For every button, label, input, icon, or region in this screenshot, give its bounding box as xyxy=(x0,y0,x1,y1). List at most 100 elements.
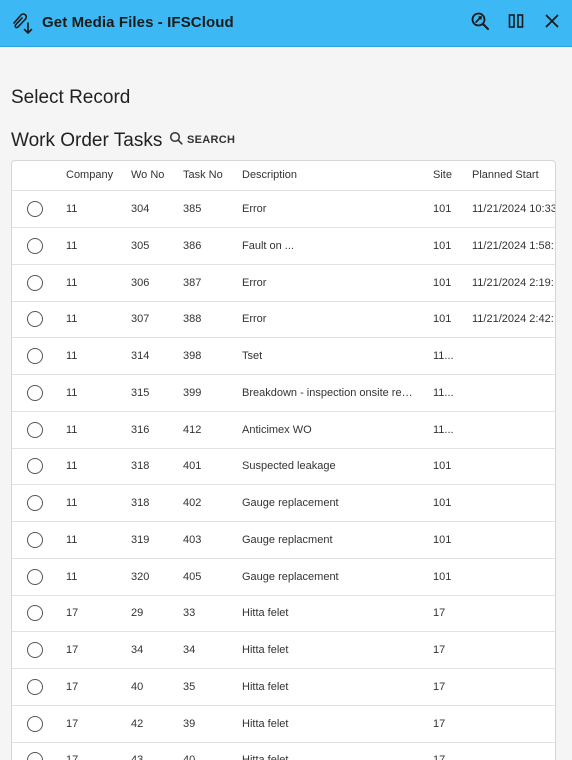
row-select-radio[interactable] xyxy=(27,715,43,732)
search-button[interactable]: SEARCH xyxy=(169,131,235,149)
cell-planned-start: 11/21/2024 10:33 xyxy=(472,203,556,215)
row-select-radio[interactable] xyxy=(27,421,43,438)
cell-description: Hitta felet xyxy=(242,644,289,656)
zoom-button[interactable] xyxy=(469,12,491,34)
row-select-radio[interactable] xyxy=(27,531,43,548)
cell-description: Anticimex WO xyxy=(242,423,312,436)
row-select-radio[interactable] xyxy=(27,752,43,760)
table-row[interactable]: 11 318 401 Suspected leakage 101 xyxy=(12,448,555,486)
cell-site: 101 xyxy=(433,313,452,326)
row-select-radio[interactable] xyxy=(27,237,43,254)
close-button[interactable] xyxy=(541,12,563,34)
table-row[interactable]: 17 43 40 Hitta felet 17 xyxy=(12,742,555,760)
table-row[interactable]: 11 318 402 Gauge replacement 101 xyxy=(12,485,555,522)
row-select-radio[interactable] xyxy=(27,384,43,401)
cell-wo-no: 40 xyxy=(131,680,144,693)
table-row[interactable]: 11 304 385 Error 101 11/21/2024 10:33 xyxy=(12,191,556,228)
cell-task-no: 405 xyxy=(183,570,202,583)
row-select-radio[interactable] xyxy=(27,348,43,364)
table-row[interactable]: 11 319 403 Gauge replacment 101 xyxy=(12,522,555,559)
cell-company: 11 xyxy=(66,203,78,215)
cell-task-no: 401 xyxy=(183,460,202,473)
cell-description: Hitta felet xyxy=(242,680,289,693)
cell-wo-no: 34 xyxy=(131,644,144,656)
table-row[interactable]: 11 315 399 Breakdown - inspection onsite re… xyxy=(12,375,555,412)
cell-task-no: 398 xyxy=(183,350,202,362)
search-label: SEARCH xyxy=(187,134,236,146)
cell-company: 17 xyxy=(66,607,79,620)
cell-site: 11... xyxy=(433,423,454,436)
row-select-radio[interactable] xyxy=(27,458,43,475)
header-planned-start[interactable]: Planned Start xyxy=(472,169,555,181)
table-row[interactable]: 17 42 39 Hitta felet 17 xyxy=(12,706,555,743)
cell-site: 11... xyxy=(433,350,454,362)
cell-task-no: 386 xyxy=(183,239,202,252)
cell-wo-no: 306 xyxy=(131,276,150,289)
cell-site: 17 xyxy=(433,717,446,730)
cell-wo-no: 304 xyxy=(131,203,150,215)
columns-button[interactable] xyxy=(505,12,527,34)
cell-task-no: 40 xyxy=(183,754,233,760)
cell-task-no: 33 xyxy=(183,607,196,620)
row-select-radio[interactable] xyxy=(27,274,43,291)
table-row[interactable]: 17 40 35 Hitta felet 17 xyxy=(12,669,555,706)
row-select-radio[interactable] xyxy=(27,495,43,511)
cell-company: 11 xyxy=(66,276,78,289)
cell-company: 11 xyxy=(66,350,78,362)
table-row[interactable]: 11 320 405 Gauge replacement 101 xyxy=(12,559,555,596)
cell-description: Gauge replacment xyxy=(242,533,333,546)
row-select-radio[interactable] xyxy=(27,605,43,622)
table-row[interactable]: 11 306 387 Error 101 11/21/2024 2:19: xyxy=(12,265,555,302)
cell-site: 17 xyxy=(433,607,446,620)
cell-wo-no: 43 xyxy=(131,754,176,760)
row-select-radio[interactable] xyxy=(27,568,43,585)
search-icon xyxy=(169,131,183,150)
cell-company: 11 xyxy=(66,423,78,436)
table-row[interactable]: 17 29 33 Hitta felet 17 xyxy=(12,595,555,633)
cell-company: 17 xyxy=(66,680,79,693)
cell-site: 101 xyxy=(433,203,452,215)
cell-wo-no: 305 xyxy=(131,239,150,252)
row-select-radio[interactable] xyxy=(27,201,43,217)
work-order-tasks-table: Company Wo No Task No Description Site P… xyxy=(11,160,556,760)
cell-company: 17 xyxy=(66,717,79,730)
row-select-radio[interactable] xyxy=(27,311,43,328)
row-select-radio[interactable] xyxy=(27,678,43,695)
cell-task-no: 403 xyxy=(183,533,202,546)
cell-description: Fault on ... xyxy=(242,239,294,252)
row-select-radio[interactable] xyxy=(27,642,43,658)
columns-icon xyxy=(506,11,526,36)
header-task-no[interactable]: Task No xyxy=(183,169,233,181)
cell-wo-no: 307 xyxy=(131,313,150,326)
table-row[interactable]: 17 34 34 Hitta felet 17 xyxy=(12,632,555,669)
header-company[interactable]: Company xyxy=(66,169,126,181)
header-description[interactable]: Description xyxy=(242,169,414,181)
table-row[interactable]: 11 316 412 Anticimex WO 11... xyxy=(12,412,555,449)
zoom-search-icon xyxy=(470,11,490,36)
header-site[interactable]: Site xyxy=(433,169,463,181)
cell-company: 17 xyxy=(66,644,79,656)
cell-description: Gauge replacement xyxy=(242,497,339,509)
cell-description: Error xyxy=(242,313,267,326)
cell-company: 11 xyxy=(66,386,78,399)
cell-description: Gauge replacement xyxy=(242,570,339,583)
table-header: Company Wo No Task No Description Site P… xyxy=(12,161,555,191)
table-row[interactable]: 11 314 398 Tset 11... xyxy=(12,338,555,375)
cell-description: Suspected leakage xyxy=(242,460,336,473)
cell-company: 11 xyxy=(66,460,78,473)
cell-wo-no: 318 xyxy=(131,460,150,473)
cell-description: Hitta felet xyxy=(242,607,289,620)
cell-site: 17 xyxy=(433,754,455,760)
cell-task-no: 412 xyxy=(183,423,202,436)
cell-planned-start: 11/21/2024 2:42: xyxy=(472,313,554,326)
cell-description: Error xyxy=(242,203,267,215)
cell-wo-no: 42 xyxy=(131,717,144,730)
table-row[interactable]: 11 305 386 Fault on ... 101 11/21/2024 1:58: xyxy=(12,228,555,265)
attach-download-icon xyxy=(8,9,36,37)
header-wo-no[interactable]: Wo No xyxy=(131,169,176,181)
cell-task-no: 385 xyxy=(183,203,202,215)
cell-task-no: 34 xyxy=(183,644,196,656)
cell-company: 11 xyxy=(66,570,78,583)
table-row[interactable]: 11 307 388 Error 101 11/21/2024 2:42: xyxy=(12,301,555,339)
cell-site: 101 xyxy=(433,533,452,546)
